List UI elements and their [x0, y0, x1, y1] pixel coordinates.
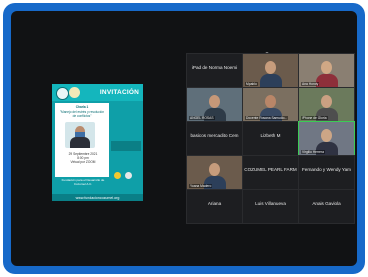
participant-tile[interactable]: Virgilio Herrera — [298, 121, 355, 156]
flyer-website: www.fundacioncozumel.org — [75, 196, 120, 200]
participant-name: Yoana Madero — [189, 184, 213, 188]
participant-face — [209, 163, 220, 176]
participant-tile[interactable]: ANGEL ROSAS — [186, 87, 243, 122]
sponsor-logo-icon — [114, 172, 121, 179]
participant-name: Docente Rosana Samudio... — [245, 116, 289, 120]
participant-face — [209, 95, 220, 108]
talk-title: "Manejo del estrés y resolución de confl… — [59, 110, 105, 118]
participant-tile[interactable]: basicos mercadito Cem — [186, 121, 243, 156]
participant-tile[interactable]: Anais Gaviola — [298, 189, 355, 224]
participant-tile[interactable]: Luis Villanueva — [242, 189, 299, 224]
participant-tile[interactable]: COZUMEL PEARL FARM — [242, 155, 299, 190]
sponsor-logo-icon — [125, 172, 132, 179]
participant-name: Lizbeth M — [260, 133, 281, 138]
participant-tile[interactable]: Docente Rosana Samudio... — [242, 87, 299, 122]
flyer-heading: INVITACIÓN — [99, 89, 139, 96]
speaker-photo — [65, 122, 95, 148]
participant-name: Anais Gaviola — [312, 201, 341, 206]
participant-name: ANGEL ROSAS — [189, 116, 215, 120]
participant-video — [260, 74, 282, 87]
event-info: 29 Septiembre 2021 8:00 pm Virtual por Z… — [59, 152, 107, 165]
participant-face — [265, 95, 276, 108]
participant-name: Luis Villanueva — [255, 201, 286, 206]
flyer-side-panel — [111, 141, 141, 151]
participant-face — [265, 61, 276, 74]
participant-name: Ariana — [207, 201, 222, 206]
participant-tile[interactable]: Ariana — [186, 189, 243, 224]
talk-number: Charla 1 — [75, 105, 89, 109]
flyer-card: Charla 1 "Manejo del estrés y resolución… — [55, 103, 109, 177]
participant-tile[interactable]: Fernando y Wendy Yam — [298, 155, 355, 190]
participant-name: Mpablo — [245, 82, 258, 86]
organization-name: Fundación para el Desarrollo de Cozumel … — [61, 178, 105, 186]
participant-tile[interactable]: Mpablo — [242, 53, 299, 88]
participant-name: Virgilio Herrera — [301, 150, 325, 154]
foundation-logo-icon — [56, 87, 69, 100]
participant-name: iPad de Norma Noemi — [191, 65, 238, 70]
participant-tile[interactable]: Lizbeth M — [242, 121, 299, 156]
participant-name: iPhone de Gloria — [301, 116, 328, 120]
shared-screen-flyer: INVITACIÓN Charla 1 "Manejo del estrés y… — [52, 84, 143, 201]
event-mode: Virtual por ZOOM — [70, 160, 96, 165]
partner-logo-icon — [69, 87, 80, 98]
participant-tile[interactable]: iPhone de Gloria — [298, 87, 355, 122]
participant-tile[interactable]: iPad de Norma Noemi — [186, 53, 243, 88]
participant-face — [321, 129, 332, 142]
participant-name: Fernando y Wendy Yam — [301, 167, 352, 172]
zoom-meeting-window: INVITACIÓN Charla 1 "Manejo del estrés y… — [11, 11, 357, 266]
participant-name: COZUMEL PEARL FARM — [244, 167, 297, 172]
participant-face — [321, 95, 332, 108]
participant-name: Ana Hondy — [301, 82, 320, 86]
participant-tile[interactable]: Yoana Madero — [186, 155, 243, 190]
participant-face — [321, 61, 332, 74]
participant-tile[interactable]: Ana Hondy — [298, 53, 355, 88]
participant-name: basicos mercadito Cem — [190, 133, 239, 138]
